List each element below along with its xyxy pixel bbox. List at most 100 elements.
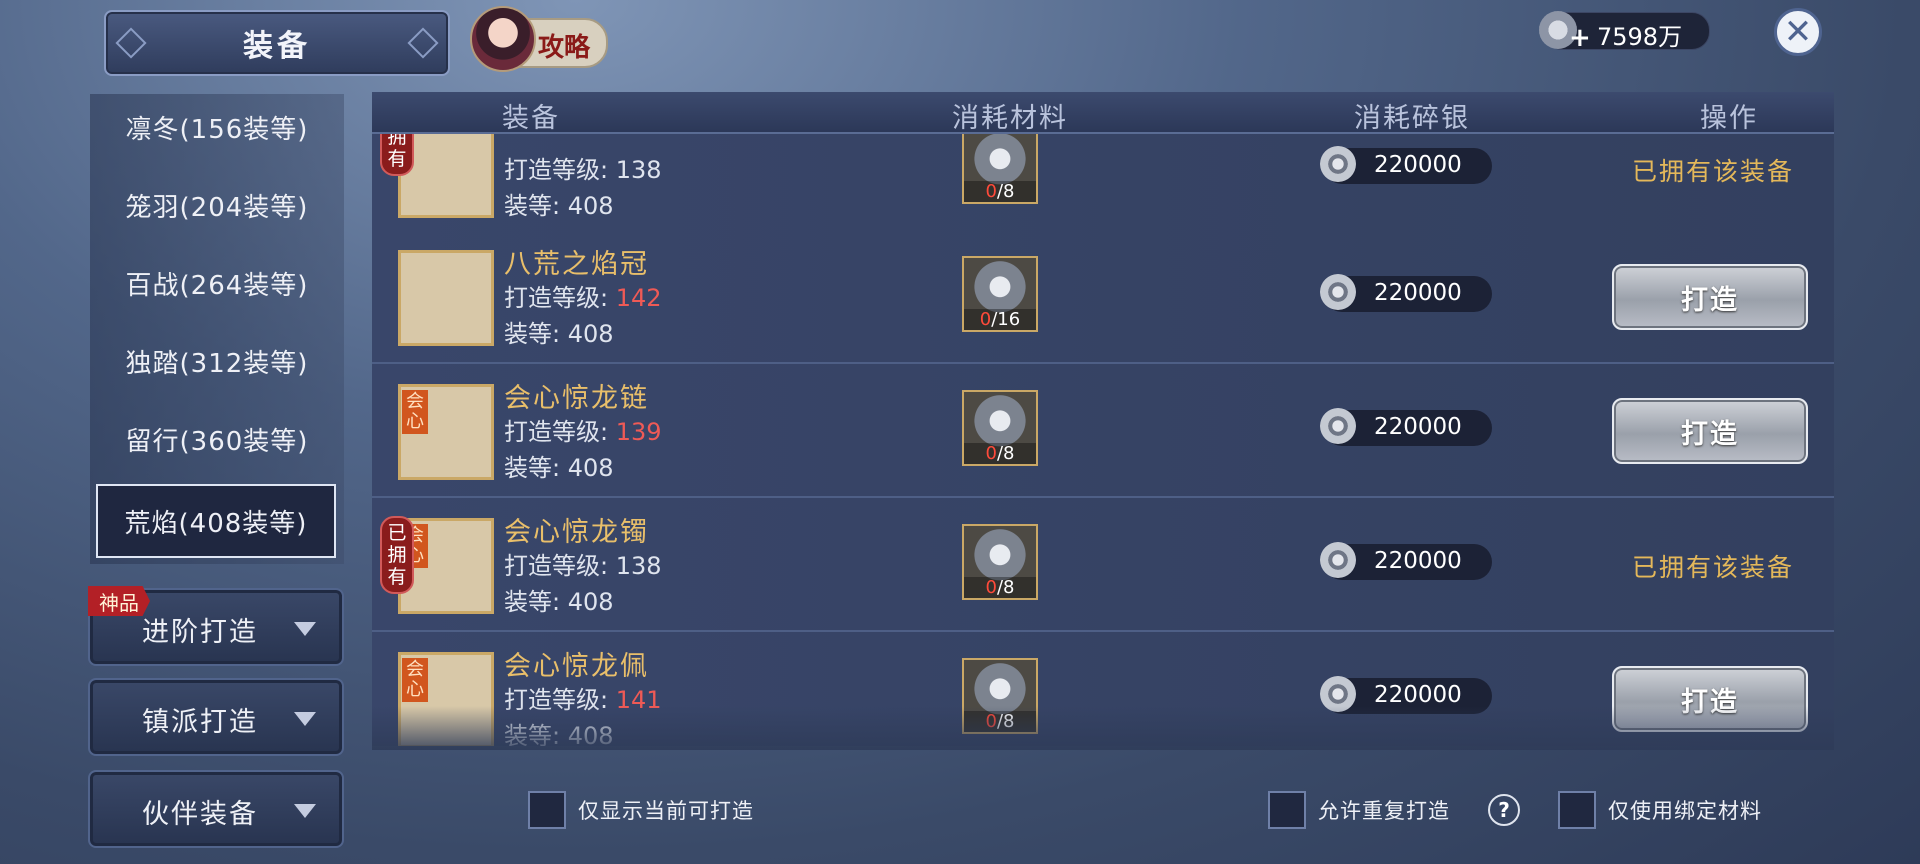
silver-coin-icon [1320,676,1356,712]
column-header-silver: 消耗碎银 [1354,103,1470,134]
silver-coin-icon [1320,146,1356,182]
material-icon[interactable]: 0/8 [962,390,1038,466]
checkbox-box[interactable] [1558,791,1596,829]
owned-status: 已拥有该装备 [1632,553,1795,582]
owned-badge-char: 拥 [387,134,407,148]
sidebar-item-label: 留行(360装等) [125,426,309,457]
silver-cost-amount: 220000 [1374,152,1462,178]
guide-button[interactable]: 攻略 [470,6,608,72]
checkbox-box[interactable] [528,791,566,829]
forge-level: 打造等级: 142 [504,278,662,313]
forge-level-value: 138 [615,156,662,184]
owned-status: 已拥有该装备 [1632,157,1795,186]
owned-badge: 已拥有 [380,516,414,594]
equipment-list[interactable]: 拥有打造等级: 138 装等: 408 0/8 220000 已拥有该装备 八荒之焰冠 打造… [372,134,1834,746]
material-count: 0/8 [964,711,1036,732]
gear-score-label: 装等: [504,722,568,746]
material-have: 0 [985,181,997,202]
checkbox-box[interactable] [1268,791,1306,829]
owned-badge-char: 有 [387,148,407,170]
chevron-down-icon [294,804,316,818]
material-icon[interactable]: 0/8 [962,134,1038,204]
silver-cost: 220000 [1320,408,1492,446]
equipment-icon[interactable] [398,250,494,346]
chevron-down-icon [294,622,316,636]
material-need: /8 [996,711,1015,732]
gear-score-value: 408 [567,320,614,348]
sidebar-item-label: 独踏(312装等) [125,348,309,379]
crit-tag: 会心 [402,658,428,702]
close-button[interactable]: ✕ [1774,8,1822,56]
sidebar-item-category[interactable]: 百战(264装等) [96,248,338,318]
forge-button[interactable]: 打造 [1612,264,1808,330]
checkbox-label: 仅使用绑定材料 [1608,799,1762,823]
material-have: 0 [985,711,997,732]
material-icon[interactable]: 0/8 [962,524,1038,600]
equipment-name: 会心惊龙佩 [504,651,649,682]
sidebar-item-label: 百战(264装等) [125,270,309,301]
material-have: 0 [985,443,997,464]
allow-repeat-checkbox[interactable]: 允许重复打造 [1268,790,1450,830]
chevron-down-icon [294,712,316,726]
silver-coin-icon [1320,542,1356,578]
currency-amount: 7598万 [1597,23,1683,51]
silver-cost-amount: 220000 [1374,414,1462,440]
forge-level: 打造等级: 138 [504,150,662,185]
checkbox-label: 仅显示当前可打造 [578,799,754,823]
material-icon[interactable]: 0/8 [962,658,1038,734]
forge-level-label: 打造等级: [504,284,616,312]
sidebar-item-category[interactable]: 笼羽(204装等) [96,170,338,240]
gear-score-value: 408 [567,192,614,220]
crit-tag: 会心 [402,390,428,434]
sect-forge-dropdown[interactable]: 镇派打造 [88,678,344,756]
material-need: /8 [996,181,1015,202]
equipment-name: 会心惊龙链 [504,383,649,414]
partner-gear-dropdown[interactable]: 伙伴装备 [88,770,344,848]
dropdown-label: 进阶打造 [142,617,258,648]
forge-button[interactable]: 打造 [1612,666,1808,732]
table-row: 会心 会心惊龙链 打造等级: 139 装等: 408 0/8 220000 打造 [372,364,1834,499]
dropdown-label: 镇派打造 [142,707,258,738]
forge-button[interactable]: 打造 [1612,398,1808,464]
silver-cost-amount: 220000 [1374,548,1462,574]
forge-level-label: 打造等级: [504,552,616,580]
sidebar-item-category[interactable]: 凛冬(156装等) [96,92,338,162]
forge-level-label: 打造等级: [504,156,616,184]
material-count: 0/8 [964,443,1036,464]
silver-currency[interactable]: + 7598万 [1539,11,1710,51]
material-count: 0/8 [964,181,1036,202]
sidebar-item-category[interactable]: 留行(360装等) [96,404,338,474]
silver-cost-amount: 220000 [1374,682,1462,708]
sidebar-item-label: 笼羽(204装等) [125,192,309,223]
gear-score-label: 装等: [504,320,568,348]
table-row: 会心 会心惊龙佩 打造等级: 141 装等: 408 0/8 220000 打造 [372,632,1834,746]
only-craftable-checkbox[interactable]: 仅显示当前可打造 [528,790,754,830]
material-icon[interactable]: 0/16 [962,256,1038,332]
forge-level-value: 142 [615,284,662,312]
forge-level: 打造等级: 138 [504,546,662,581]
add-currency-icon[interactable]: + [1569,25,1591,51]
column-header-material: 消耗材料 [952,103,1068,134]
ornament-icon [115,27,147,59]
silver-coin-icon [1320,408,1356,444]
gear-score: 装等: 408 [504,448,614,483]
gear-score: 装等: 408 [504,186,614,221]
gear-score-label: 装等: [504,192,568,220]
help-icon[interactable]: ? [1488,794,1520,826]
checkbox-label: 允许重复打造 [1318,799,1450,823]
material-count: 0/8 [964,577,1036,598]
forge-level-label: 打造等级: [504,418,616,446]
guide-avatar-icon [470,6,536,72]
forge-level-value: 138 [615,552,662,580]
owned-badge: 拥有 [380,134,414,176]
owned-badge-char: 有 [387,566,407,588]
only-bound-checkbox[interactable]: 仅使用绑定材料 [1558,790,1762,830]
gear-score-label: 装等: [504,588,568,616]
page-title-tab: 装备 [104,10,450,76]
sidebar-item-category[interactable]: 荒焰(408装等) [96,484,336,558]
sidebar-item-category[interactable]: 独踏(312装等) [96,326,338,396]
gear-score-label: 装等: [504,454,568,482]
guide-label: 攻略 [538,33,591,63]
sidebar-item-label: 荒焰(408装等) [124,508,308,539]
close-icon: ✕ [1783,12,1813,52]
